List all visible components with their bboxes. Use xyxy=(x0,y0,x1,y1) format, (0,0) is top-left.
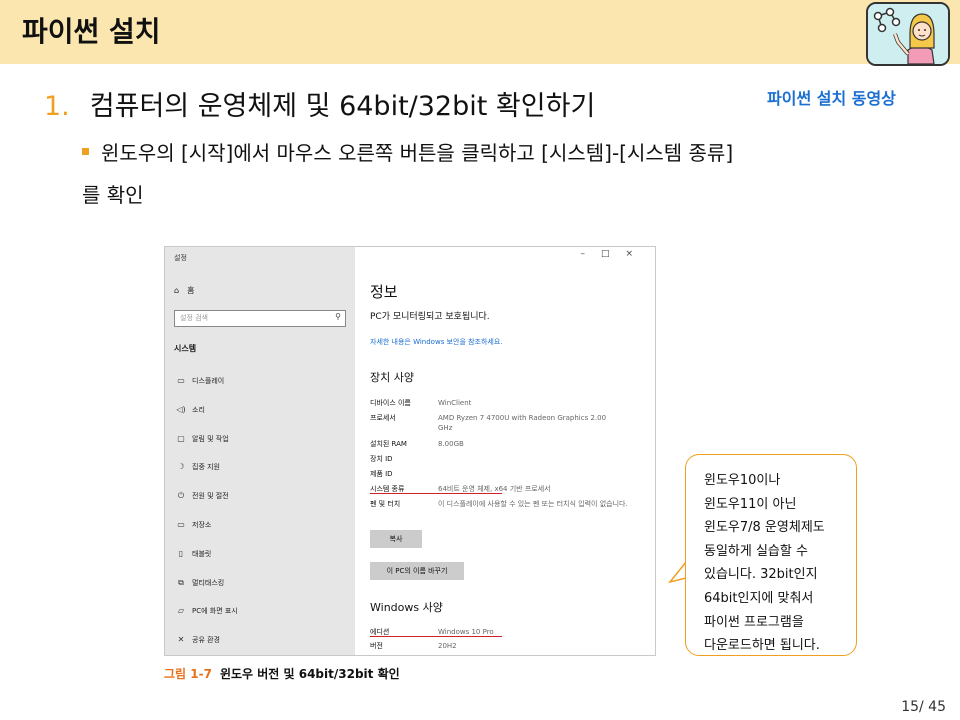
settings-search-input[interactable]: 설정 검색 ⚲ xyxy=(174,310,346,327)
sidebar-item[interactable]: ▭ 저장소 xyxy=(174,518,211,532)
sidebar-item-label: 소리 xyxy=(192,405,205,414)
instruction-line-2: 를 확인 xyxy=(82,183,144,207)
edition-underline xyxy=(370,636,502,637)
section-heading: 1. 컴퓨터의 운영체제 및 64bit/32bit 확인하기 xyxy=(44,84,595,123)
search-icon: ⚲ xyxy=(335,312,341,321)
spec-label: 제품 ID xyxy=(370,470,393,478)
spec-row-product-id: 제품 ID xyxy=(370,469,393,479)
moon-icon: ☽ xyxy=(177,462,185,472)
home-icon: ⌂ xyxy=(174,286,180,295)
sidebar-item-label: 알림 및 작업 xyxy=(192,434,229,443)
instruction-line-1: 윈도우의 [시작]에서 마우스 오른쪽 버튼을 클릭하고 [시스템]-[시스템 … xyxy=(101,141,734,165)
spec-value: WinClient xyxy=(438,399,472,407)
sidebar-item-label: 저장소 xyxy=(192,521,212,529)
sidebar-item[interactable]: ▱ PC에 화면 표시 xyxy=(174,604,238,618)
sidebar-item-label: 멀티태스킹 xyxy=(192,578,225,587)
spec-label: 디바이스 이름 xyxy=(370,399,411,407)
instruction-bullet: 윈도우의 [시작]에서 마우스 오른쪽 버튼을 클릭하고 [시스템]-[시스템 … xyxy=(82,132,932,216)
spec-label: 펜 및 터치 xyxy=(370,500,401,508)
power-icon: ⏻ xyxy=(177,491,185,501)
spec-row-processor: 프로세서 AMD Ryzen 7 4700U with Radeon Graphi… xyxy=(370,413,606,432)
sidebar-item[interactable]: ✕ 공유 환경 xyxy=(174,633,220,647)
spec-row-pen-touch: 펜 및 터치 이 디스플레이에 사용할 수 있는 펜 또는 터치식 입력이 없습니… xyxy=(370,499,628,509)
spec-row-ram: 설치된 RAM 8.00GB xyxy=(370,439,464,449)
teacher-avatar xyxy=(866,2,950,66)
spec-value: AMD Ryzen 7 4700U with Radeon Graphics 2… xyxy=(438,414,607,432)
system-section-label: 시스템 xyxy=(174,344,197,353)
spec-label: 설치된 RAM xyxy=(370,440,407,448)
sidebar-item-label: 공유 환경 xyxy=(192,636,220,645)
bullet-square-icon xyxy=(82,148,89,155)
spec-row-device-name: 디바이스 이름 WinClient xyxy=(370,398,471,408)
sidebar-item[interactable]: ⧉ 멀티태스킹 xyxy=(174,576,224,590)
project-icon: ▱ xyxy=(177,606,185,616)
speaker-icon: ◁) xyxy=(176,404,186,414)
copy-button[interactable]: 복사 xyxy=(370,530,422,548)
monitor-icon: ▭ xyxy=(177,376,185,385)
settings-screenshot: 설정 ⌂ 홈 설정 검색 ⚲ 시스템 ▭ 디스플레이 ◁) 소리 ▢ 알림 및 작업 ☽ 집중 … xyxy=(164,246,656,656)
settings-sidebar: 설정 ⌂ 홈 설정 검색 ⚲ 시스템 ▭ 디스플레이 ◁) 소리 ▢ 알림 및 작업 ☽ 집중 … xyxy=(165,247,355,655)
sidebar-item[interactable]: ⏻ 전원 및 절전 xyxy=(174,489,229,503)
heading-text: 컴퓨터의 운영체제 및 64bit/32bit 확인하기 xyxy=(89,91,596,122)
notification-icon: ▢ xyxy=(177,433,185,443)
protection-status: PC가 모니터링되고 보호됩니다. xyxy=(370,312,490,322)
sidebar-item[interactable]: ▭ 디스플레이 xyxy=(174,374,224,388)
spec-row-version: 버전 20H2 xyxy=(370,641,457,651)
about-title: 정보 xyxy=(370,283,398,301)
home-label: 홈 xyxy=(187,286,195,295)
header-bar: 파이썬 설치 xyxy=(0,0,960,66)
spec-label: 버전 xyxy=(370,642,383,650)
window-controls: –□× xyxy=(580,249,649,259)
rename-pc-button[interactable]: 이 PC의 이름 바꾸기 xyxy=(370,562,464,580)
windows-spec-title: Windows 사양 xyxy=(370,601,443,614)
tablet-icon: ▯ xyxy=(178,548,184,558)
sidebar-item[interactable]: ▢ 알림 및 작업 xyxy=(174,432,229,446)
page-title: 파이썬 설치 xyxy=(22,15,161,48)
security-link[interactable]: 자세한 내용은 Windows 보안을 참조하세요. xyxy=(370,337,503,347)
system-type-underline xyxy=(370,493,502,494)
page-number: 15/ 45 xyxy=(901,699,946,715)
sidebar-item-label: 집중 지원 xyxy=(192,463,220,472)
storage-icon: ▭ xyxy=(177,520,185,529)
spec-row-device-id: 장치 ID xyxy=(370,454,393,464)
close-icon[interactable]: × xyxy=(625,249,649,259)
figure-caption-text: 윈도우 버전 및 64bit/32bit 확인 xyxy=(219,667,400,681)
share-icon: ✕ xyxy=(177,635,185,645)
sidebar-item[interactable]: ☽ 집중 지원 xyxy=(174,460,220,474)
minimize-icon[interactable]: – xyxy=(580,249,601,259)
sidebar-item[interactable]: ▯ 태블릿 xyxy=(174,547,212,561)
sidebar-item-label: PC에 화면 표시 xyxy=(192,607,238,616)
about-panel: –□× 정보 PC가 모니터링되고 보호됩니다. 자세한 내용은 Windows… xyxy=(355,247,655,655)
sidebar-item-label: 전원 및 절전 xyxy=(192,492,229,501)
spec-value: 이 디스플레이에 사용할 수 있는 펜 또는 터치식 입력이 없습니다. xyxy=(438,500,628,508)
sidebar-item[interactable]: ◁) 소리 xyxy=(174,403,205,417)
spec-label: 에디션 xyxy=(370,628,390,636)
device-spec-title: 장치 사양 xyxy=(370,371,414,384)
spec-label: 프로세서 xyxy=(370,414,396,422)
spec-value: 8.00GB xyxy=(438,440,464,448)
figure-caption: 그림 1-7 윈도우 버전 및 64bit/32bit 확인 xyxy=(164,665,400,682)
spec-label: 장치 ID xyxy=(370,455,393,463)
note-callout: 윈도우10이나 윈도우11이 아닌 윈도우7/8 운영체제도 동일하게 실습할 … xyxy=(685,454,857,656)
sidebar-item-label: 태블릿 xyxy=(192,549,212,558)
video-link[interactable]: 파이썬 설치 동영상 xyxy=(767,85,896,109)
settings-app-title: 설정 xyxy=(174,254,187,262)
spec-label: 시스템 종류 xyxy=(370,485,405,493)
callout-text: 윈도우10이나 윈도우11이 아닌 윈도우7/8 운영체제도 동일하게 실습할 … xyxy=(704,473,825,654)
home-nav-item[interactable]: ⌂ 홈 xyxy=(174,285,194,296)
sidebar-item-label: 디스플레이 xyxy=(192,377,225,385)
search-placeholder: 설정 검색 xyxy=(180,314,208,322)
heading-number: 1. xyxy=(44,91,70,122)
maximize-icon[interactable]: □ xyxy=(601,249,626,259)
multitask-icon: ⧉ xyxy=(178,577,184,587)
figure-number: 그림 1-7 xyxy=(164,667,212,681)
spec-value: 20H2 xyxy=(438,642,457,650)
